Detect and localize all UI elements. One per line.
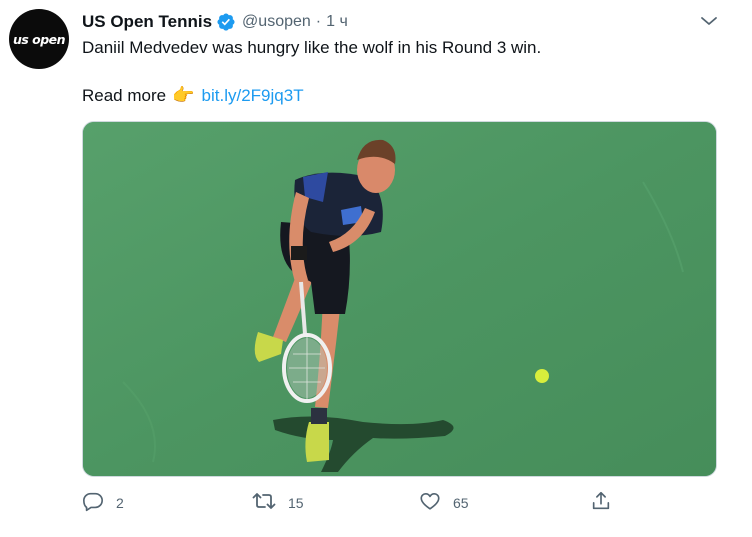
tweet-text: Daniil Medvedev was hungry like the wolf… [82,38,542,57]
heart-icon [419,490,441,517]
retweet-icon [252,490,276,517]
tweet-text-read-more: Read more 👉 bit.ly/2F9jq3T [82,85,304,106]
reply-count: 2 [116,495,124,511]
avatar-logo-text: us open [12,31,66,47]
like-count: 65 [453,495,469,511]
tweet-media-photo[interactable] [82,121,717,477]
like-button[interactable]: 65 [419,489,469,517]
reply-icon [82,490,104,517]
separator-dot: · [315,13,322,30]
display-name[interactable]: US Open Tennis [82,12,212,32]
tweet-header: US Open Tennis @usopen · 1 ч [82,11,348,33]
verified-badge-icon [216,12,236,32]
timestamp[interactable]: 1 ч [326,13,348,31]
user-handle[interactable]: @usopen [242,13,311,31]
tennis-ball [535,369,549,383]
chevron-down-icon[interactable] [698,12,720,30]
tweet[interactable]: us open US Open Tennis @usopen · 1 ч Dan… [0,0,752,537]
tweet-actions: 2 15 65 [82,489,622,517]
pointing-right-emoji: 👉 [172,85,195,106]
share-icon [590,490,612,517]
retweet-button[interactable]: 15 [252,489,304,517]
avatar[interactable]: us open [9,9,69,69]
retweet-count: 15 [288,495,304,511]
read-more-label: Read more [82,85,167,105]
reply-button[interactable]: 2 [82,489,124,517]
tweet-link[interactable]: bit.ly/2F9jq3T [202,86,304,106]
share-button[interactable] [590,489,612,517]
